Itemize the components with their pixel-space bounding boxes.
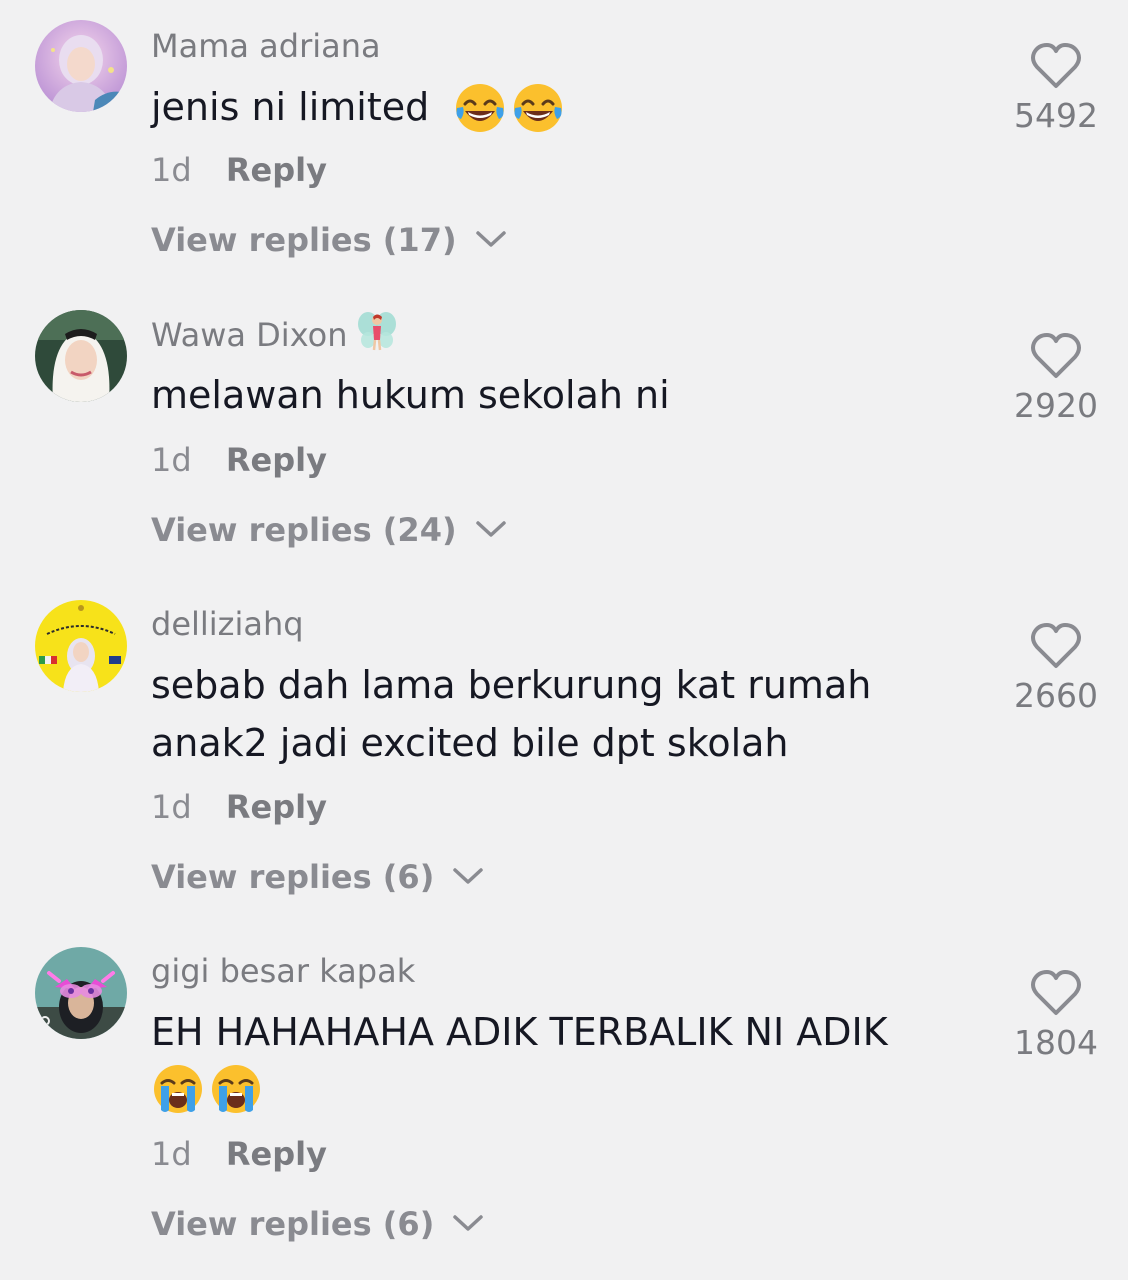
comment-item: Wawa Dixon melawan hukum sekolah ni 1d R… (0, 290, 1128, 580)
face-with-tears-of-joy-icon (453, 81, 507, 135)
emoji-group (441, 80, 569, 139)
like-button[interactable]: 2660 (1008, 622, 1104, 716)
view-replies-label[interactable]: View replies (6) (151, 1205, 434, 1243)
view-replies-button[interactable]: View replies (17) (151, 220, 508, 260)
view-replies-label[interactable]: View replies (6) (151, 858, 434, 896)
chevron-down-icon[interactable] (474, 228, 508, 250)
like-count: 1804 (1014, 1023, 1098, 1062)
avatar[interactable] (35, 600, 127, 692)
comment-time: 1d (151, 788, 192, 826)
heart-outline-icon[interactable] (1029, 42, 1083, 90)
reply-button[interactable]: Reply (226, 441, 327, 479)
heart-outline-icon[interactable] (1029, 969, 1083, 1017)
chevron-down-icon[interactable] (451, 865, 485, 887)
comment-text: jenis ni limited (151, 78, 971, 139)
comment-text: EH HAHAHAHA ADIK TERBALIK NI ADIK (151, 1003, 971, 1120)
comment-time: 1d (151, 441, 192, 479)
chevron-down-icon[interactable] (474, 518, 508, 540)
view-replies-label[interactable]: View replies (17) (151, 221, 457, 259)
emoji-group (151, 1061, 971, 1120)
comment-meta: 1d Reply (151, 150, 327, 190)
chevron-down-icon[interactable] (451, 1212, 485, 1234)
comment-text-line: melawan hukum sekolah ni (151, 373, 670, 417)
like-button[interactable]: 1804 (1008, 969, 1104, 1063)
avatar[interactable] (35, 20, 127, 112)
comment-text: melawan hukum sekolah ni (151, 366, 971, 424)
like-button[interactable]: 5492 (1008, 42, 1104, 136)
comment-username[interactable]: delliziahq (151, 604, 304, 644)
view-replies-button[interactable]: View replies (6) (151, 857, 485, 897)
like-count: 2920 (1014, 386, 1098, 425)
comment-time: 1d (151, 151, 192, 189)
view-replies-label[interactable]: View replies (24) (151, 511, 457, 549)
comment-meta: 1d Reply (151, 1134, 327, 1174)
comment-text-line: anak2 jadi excited bile dpt skolah (151, 721, 789, 765)
comment-item: Mama adriana jenis ni limited 1d Reply V… (0, 0, 1128, 290)
comment-meta: 1d Reply (151, 440, 327, 480)
heart-outline-icon[interactable] (1029, 622, 1083, 670)
fairy-icon (354, 308, 400, 354)
username-text[interactable]: Mama adriana (151, 27, 381, 65)
comment-time: 1d (151, 1135, 192, 1173)
view-replies-button[interactable]: View replies (6) (151, 1204, 485, 1244)
face-with-tears-of-joy-icon (511, 81, 565, 135)
avatar[interactable] (35, 310, 127, 402)
heart-outline-icon[interactable] (1029, 332, 1083, 380)
like-button[interactable]: 2920 (1008, 332, 1104, 426)
comment-text-line: EH HAHAHAHA ADIK TERBALIK NI ADIK (151, 1010, 888, 1054)
comment-item: delliziahq sebab dah lama berkurung kat … (0, 580, 1128, 927)
like-count: 5492 (1014, 96, 1098, 135)
comment-text-line: jenis ni limited (151, 85, 430, 129)
username-text[interactable]: Wawa Dixon (151, 316, 348, 354)
comment-meta: 1d Reply (151, 787, 327, 827)
comment-username[interactable]: Wawa Dixon (151, 312, 400, 360)
like-count: 2660 (1014, 676, 1098, 715)
view-replies-button[interactable]: View replies (24) (151, 510, 508, 550)
comment-username[interactable]: Mama adriana (151, 26, 381, 66)
username-text[interactable]: delliziahq (151, 605, 304, 643)
avatar[interactable] (35, 947, 127, 1039)
comment-username[interactable]: gigi besar kapak (151, 951, 415, 991)
username-text[interactable]: gigi besar kapak (151, 952, 415, 990)
loudly-crying-face-icon (151, 1062, 205, 1116)
reply-button[interactable]: Reply (226, 1135, 327, 1173)
reply-button[interactable]: Reply (226, 788, 327, 826)
reply-button[interactable]: Reply (226, 151, 327, 189)
comment-item: gigi besar kapak EH HAHAHAHA ADIK TERBAL… (0, 927, 1128, 1280)
comment-text-line: sebab dah lama berkurung kat rumah (151, 663, 872, 707)
comment-text: sebab dah lama berkurung kat rumah anak2… (151, 656, 971, 772)
loudly-crying-face-icon (209, 1062, 263, 1116)
